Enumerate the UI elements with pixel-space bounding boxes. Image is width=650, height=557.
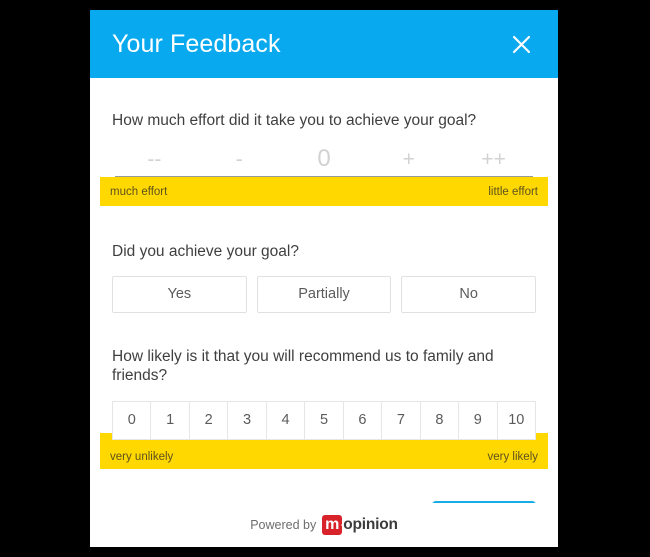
effort-scale-legend: much effort little effort bbox=[100, 177, 548, 207]
question-block-goal: Did you achieve your goal? Yes Partially… bbox=[112, 206, 537, 313]
effort-option-plus[interactable]: + bbox=[366, 149, 451, 170]
nps-option-3[interactable]: 3 bbox=[228, 401, 267, 439]
modal-footer: Powered by m opinion bbox=[90, 503, 558, 547]
close-icon bbox=[512, 35, 531, 54]
nps-option-5[interactable]: 5 bbox=[305, 401, 344, 439]
nps-option-4[interactable]: 4 bbox=[267, 401, 306, 439]
question-label-nps: How likely is it that you will recommend… bbox=[112, 347, 494, 385]
powered-by-label: Powered by bbox=[250, 518, 317, 532]
nps-scale: 0 1 2 3 4 5 6 7 8 9 10 very unlikely ver… bbox=[100, 400, 548, 469]
question-block-effort: How much effort did it take you to achie… bbox=[100, 78, 548, 207]
nps-option-10[interactable]: 10 bbox=[498, 401, 536, 439]
nps-option-7[interactable]: 7 bbox=[382, 401, 421, 439]
nps-options: 0 1 2 3 4 5 6 7 8 9 10 bbox=[112, 400, 536, 440]
close-button[interactable] bbox=[506, 29, 536, 59]
nps-legend-left: very unlikely bbox=[110, 450, 174, 463]
goal-option-partially[interactable]: Partially bbox=[256, 275, 392, 313]
effort-option-zero[interactable]: 0 bbox=[282, 147, 367, 171]
effort-option-minus-minus[interactable]: -- bbox=[112, 149, 197, 170]
question-block-nps: How likely is it that you will recommend… bbox=[100, 313, 548, 469]
goal-option-yes[interactable]: Yes bbox=[112, 275, 247, 313]
effort-legend-right: little effort bbox=[488, 185, 538, 198]
nps-option-9[interactable]: 9 bbox=[459, 401, 498, 439]
feedback-modal: Your Feedback How much effort did it tak… bbox=[90, 10, 558, 547]
page-title: Your Feedback bbox=[112, 29, 281, 58]
question-label-goal: Did you achieve your goal? bbox=[112, 243, 299, 261]
nps-option-6[interactable]: 6 bbox=[344, 401, 383, 439]
modal-body: How much effort did it take you to achie… bbox=[90, 78, 558, 547]
effort-option-minus[interactable]: - bbox=[197, 149, 282, 170]
mopinion-logo[interactable]: m opinion bbox=[322, 515, 398, 535]
goal-option-no[interactable]: No bbox=[401, 275, 537, 313]
question-label-effort: How much effort did it take you to achie… bbox=[112, 112, 477, 129]
mopinion-mark-icon: m bbox=[322, 515, 343, 535]
mopinion-wordmark: opinion bbox=[343, 516, 398, 533]
nps-option-0[interactable]: 0 bbox=[113, 401, 152, 439]
nps-option-8[interactable]: 8 bbox=[421, 401, 460, 439]
effort-legend-left: much effort bbox=[110, 185, 168, 198]
goal-options: Yes Partially No bbox=[112, 275, 537, 313]
nps-option-1[interactable]: 1 bbox=[151, 401, 190, 439]
effort-options: -- - 0 + ++ bbox=[112, 146, 536, 172]
nps-legend-right: very likely bbox=[487, 450, 538, 463]
effort-scale: -- - 0 + ++ much effort little effort bbox=[100, 146, 548, 207]
modal-header: Your Feedback bbox=[90, 10, 558, 78]
nps-option-2[interactable]: 2 bbox=[190, 401, 229, 439]
effort-option-plus-plus[interactable]: ++ bbox=[451, 149, 536, 170]
